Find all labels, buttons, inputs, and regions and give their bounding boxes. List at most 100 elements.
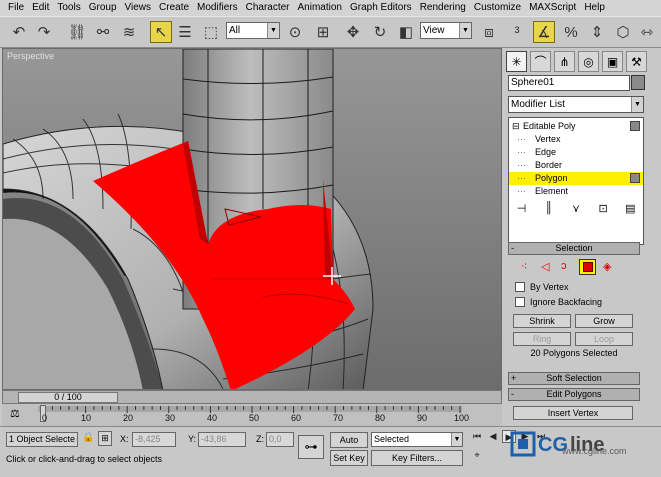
make-unique-icon[interactable]: ⋎ bbox=[568, 202, 584, 215]
play-icon[interactable]: ▶ bbox=[502, 430, 516, 443]
angle-snap-icon[interactable]: ∡ bbox=[533, 21, 555, 43]
menu-tools[interactable]: Tools bbox=[53, 1, 84, 15]
undo-icon[interactable]: ↶ bbox=[8, 21, 30, 43]
stack-item-vertex[interactable]: ··· Vertex bbox=[509, 133, 643, 146]
element-mode-icon[interactable]: ◈ bbox=[603, 260, 611, 273]
selection-filter-dropdown[interactable]: All ▼ bbox=[226, 22, 280, 39]
by-vertex-checkbox[interactable] bbox=[515, 282, 525, 292]
select-and-move-icon[interactable]: ✥ bbox=[342, 21, 364, 43]
perspective-viewport[interactable]: Perspective bbox=[2, 48, 502, 390]
select-and-scale-icon[interactable]: ◧ bbox=[395, 21, 417, 43]
show-end-result-icon[interactable]: ║ bbox=[541, 202, 557, 214]
stack-item-polygon[interactable]: ··· Polygon bbox=[509, 172, 643, 185]
soft-selection-rollout-header[interactable]: + Soft Selection bbox=[508, 372, 640, 385]
create-tab-icon[interactable]: ✳ bbox=[506, 51, 527, 72]
key-mode-dropdown[interactable]: Selected ▼ bbox=[371, 432, 463, 447]
y-coordinate-field[interactable]: -43,86 bbox=[198, 432, 246, 447]
modifier-list-dropdown[interactable]: Modifier List ▼ bbox=[508, 96, 644, 113]
unlink-icon[interactable]: ⚯ bbox=[92, 21, 114, 43]
select-by-name-icon[interactable]: ☰ bbox=[174, 21, 196, 43]
named-selection-icon[interactable]: ⬡ bbox=[612, 21, 634, 43]
stack-item-edge[interactable]: ··· Edge bbox=[509, 146, 643, 159]
polygon-mode-icon[interactable] bbox=[579, 259, 596, 275]
set-key-button[interactable]: Set Key bbox=[330, 450, 368, 466]
chevron-down-icon: ▼ bbox=[631, 97, 643, 112]
set-key-icon[interactable]: ⊶ bbox=[298, 435, 324, 459]
absolute-mode-icon[interactable]: ⊞ bbox=[98, 431, 112, 446]
menu-edit[interactable]: Edit bbox=[28, 1, 53, 15]
hierarchy-tab-icon[interactable]: ⋔ bbox=[554, 51, 575, 72]
menu-animation[interactable]: Animation bbox=[294, 1, 346, 15]
key-filter-icon[interactable]: ⚖ bbox=[10, 407, 20, 420]
z-coordinate-field[interactable]: 0,0 bbox=[266, 432, 294, 447]
x-coordinate-field[interactable]: -8,425 bbox=[132, 432, 176, 447]
configure-sets-icon[interactable]: ▤ bbox=[622, 202, 638, 215]
menu-maxscript[interactable]: MAXScript bbox=[525, 1, 580, 15]
use-pivot-center-icon[interactable]: ⧈ bbox=[478, 21, 500, 43]
select-and-manipulate-icon[interactable]: ⊙ bbox=[284, 21, 306, 43]
edit-polygons-rollout-header[interactable]: - Edit Polygons bbox=[508, 388, 640, 401]
select-and-rotate-icon[interactable]: ↻ bbox=[369, 21, 391, 43]
stack-toggle-icon[interactable] bbox=[630, 121, 640, 131]
utilities-tab-icon[interactable]: ⚒ bbox=[626, 51, 647, 72]
key-filters-button[interactable]: Key Filters... bbox=[371, 450, 463, 466]
menu-file[interactable]: File bbox=[4, 1, 28, 15]
percent-snap-icon[interactable]: % bbox=[560, 21, 582, 43]
goto-end-icon[interactable]: ⏭ bbox=[534, 430, 548, 443]
goto-start-icon[interactable]: ⏮ bbox=[470, 430, 484, 443]
shrink-button[interactable]: Shrink bbox=[513, 314, 571, 328]
next-frame-icon[interactable]: ▶ bbox=[518, 430, 532, 443]
pin-stack-icon[interactable]: ⊣ bbox=[514, 202, 530, 215]
track-bar[interactable]: ⚖ 0 10 20 30 40 50 60 70 80 90 100 bbox=[2, 404, 502, 426]
snaps-toggle-icon[interactable]: ³ bbox=[506, 21, 528, 43]
selection-status-text: 20 Polygons Selected bbox=[530, 348, 618, 358]
x-label: X: bbox=[120, 434, 129, 444]
menu-rendering[interactable]: Rendering bbox=[416, 1, 470, 15]
menu-help[interactable]: Help bbox=[580, 1, 609, 15]
stack-item-editable-poly[interactable]: ⊟ Editable Poly bbox=[509, 120, 643, 133]
mirror-icon[interactable]: ⇿ bbox=[636, 21, 658, 43]
ring-button[interactable]: Ring bbox=[513, 332, 571, 346]
remove-modifier-icon[interactable]: ⊡ bbox=[595, 202, 611, 215]
selection-rollout-header[interactable]: - Selection bbox=[508, 242, 640, 255]
bind-space-warp-icon[interactable]: ≋ bbox=[118, 21, 140, 43]
time-slider-thumb[interactable]: 0 / 100 bbox=[18, 392, 118, 403]
stack-toggle-icon[interactable] bbox=[630, 173, 640, 183]
window-crossing-icon[interactable]: ⊞ bbox=[312, 21, 334, 43]
insert-vertex-button[interactable]: Insert Vertex bbox=[513, 406, 633, 420]
display-tab-icon[interactable]: ▣ bbox=[602, 51, 623, 72]
edge-mode-icon[interactable]: ◁ bbox=[541, 260, 549, 273]
menu-graph-editors[interactable]: Graph Editors bbox=[346, 1, 416, 15]
previous-frame-icon[interactable]: ◀ bbox=[486, 430, 500, 443]
redo-icon[interactable]: ↷ bbox=[33, 21, 55, 43]
reference-coordinate-dropdown[interactable]: View ▼ bbox=[420, 22, 472, 39]
tick-label: 30 bbox=[165, 413, 176, 423]
object-color-swatch[interactable] bbox=[631, 75, 645, 90]
rectangular-selection-icon[interactable]: ⬚ bbox=[200, 21, 222, 43]
motion-tab-icon[interactable]: ◎ bbox=[578, 51, 599, 72]
grow-button[interactable]: Grow bbox=[575, 314, 633, 328]
border-mode-icon[interactable]: ↄ bbox=[561, 260, 567, 272]
time-slider[interactable]: 0 / 100 bbox=[2, 390, 502, 404]
stack-item-border[interactable]: ··· Border bbox=[509, 159, 643, 172]
key-mode-toggle-icon[interactable]: ⌖ bbox=[470, 449, 484, 462]
loop-button[interactable]: Loop bbox=[575, 332, 633, 346]
menu-character[interactable]: Character bbox=[242, 1, 294, 15]
object-name-field[interactable]: Sphere01 bbox=[508, 75, 630, 91]
menu-views[interactable]: Views bbox=[121, 1, 156, 15]
modify-tab-icon[interactable]: ⌒ bbox=[530, 51, 551, 72]
lock-selection-icon[interactable]: 🔒 bbox=[82, 432, 94, 443]
menu-group[interactable]: Group bbox=[85, 1, 121, 15]
ignore-backfacing-checkbox[interactable] bbox=[515, 297, 525, 307]
spinner-snap-icon[interactable]: ⇕ bbox=[586, 21, 608, 43]
menu-modifiers[interactable]: Modifiers bbox=[193, 1, 242, 15]
select-and-link-icon[interactable]: ⛓ bbox=[66, 21, 88, 43]
auto-key-button[interactable]: Auto Key bbox=[330, 432, 368, 459]
menu-customize[interactable]: Customize bbox=[470, 1, 525, 15]
select-object-icon[interactable]: ↖ bbox=[150, 21, 172, 43]
vertex-mode-icon[interactable]: ⁖ bbox=[521, 260, 527, 273]
viewport-label[interactable]: Perspective bbox=[7, 51, 54, 61]
stack-item-element[interactable]: ··· Element bbox=[509, 185, 643, 198]
menu-create[interactable]: Create bbox=[155, 1, 193, 15]
collapse-icon[interactable]: ⊟ bbox=[512, 120, 520, 133]
